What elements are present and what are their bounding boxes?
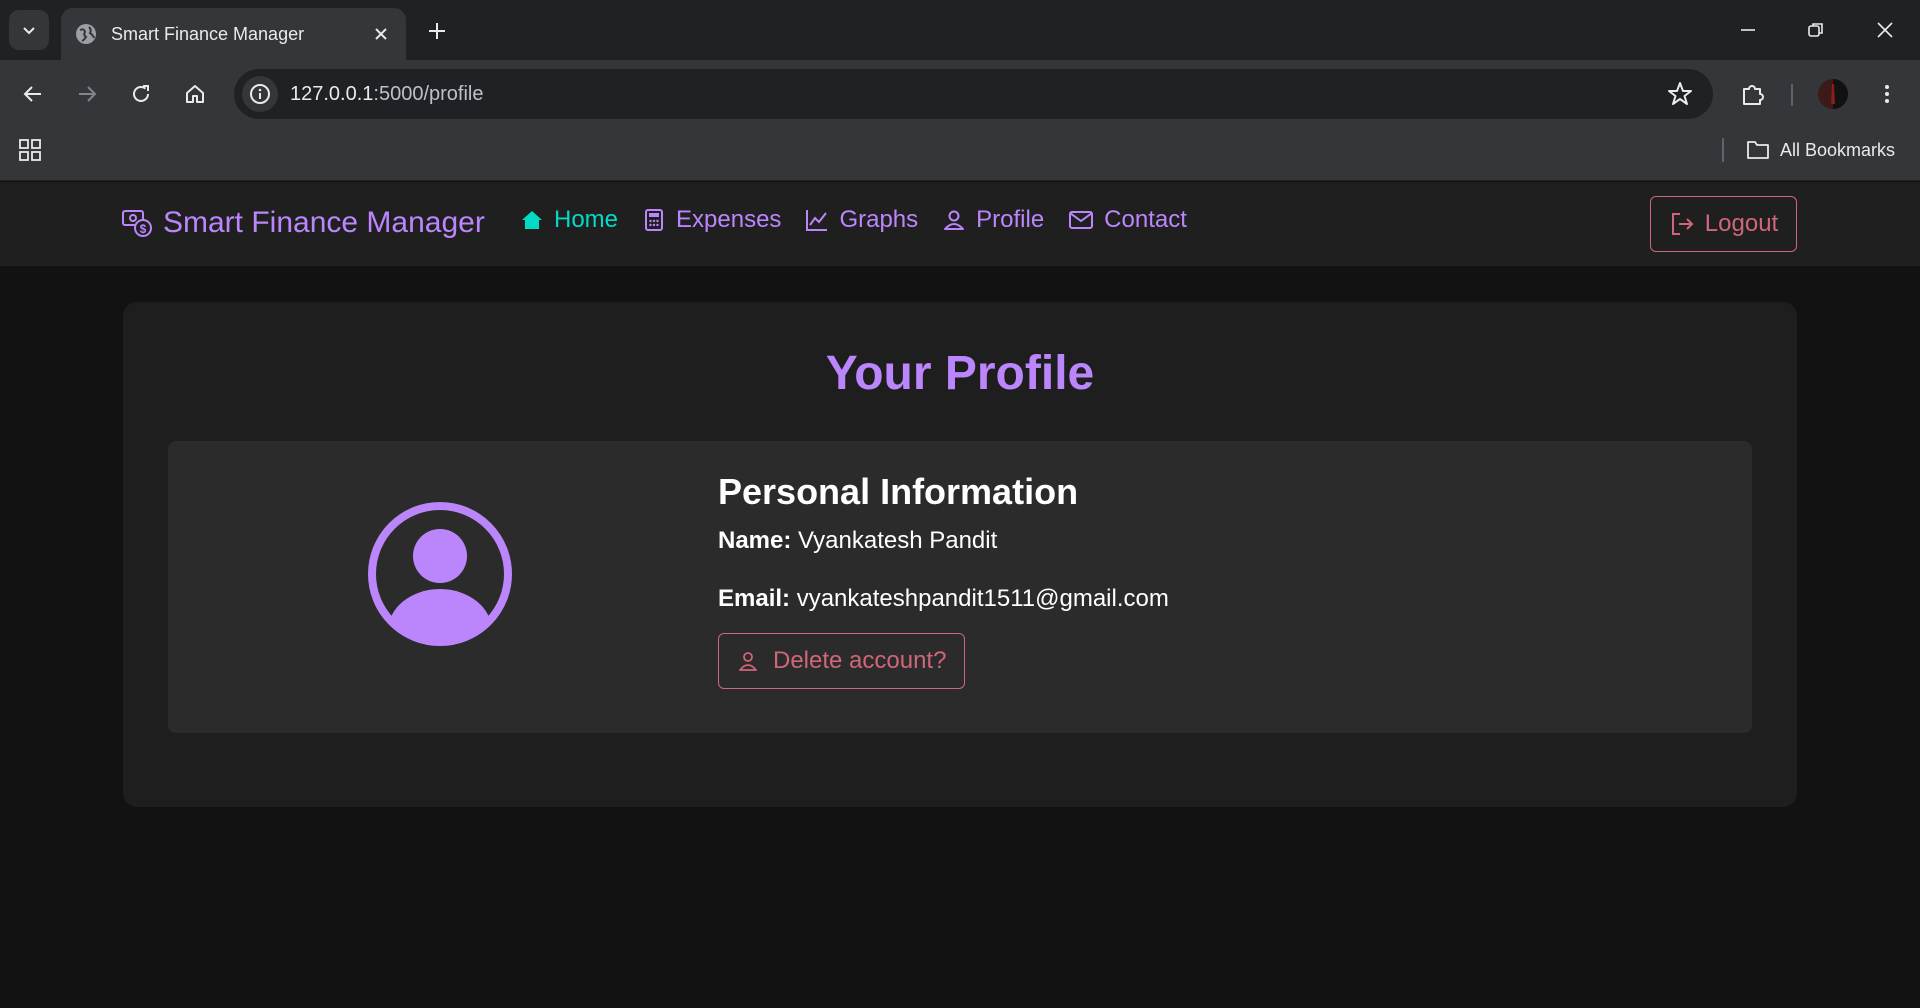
url-text: 127.0.0.1:5000/profile: [290, 83, 484, 106]
extensions-button[interactable]: [1733, 74, 1773, 114]
nav-graphs[interactable]: Graphs: [805, 206, 918, 234]
url-path: :5000/profile: [373, 82, 484, 105]
globe-icon: [76, 24, 96, 44]
info-icon: [250, 84, 270, 104]
email-row: Email: vyankateshpandit1511@gmail.com: [718, 585, 1169, 613]
home-icon: [186, 85, 204, 103]
new-tab-button[interactable]: [420, 14, 454, 48]
tab-close-button[interactable]: [370, 23, 392, 45]
money-cycle-icon: $: [122, 210, 152, 237]
bookmarks-bar: [0, 128, 1920, 181]
browser-tab-bar: Smart Finance Manager: [0, 0, 1920, 60]
delete-account-button[interactable]: Delete account?: [718, 633, 966, 689]
kebab-menu-icon: [1885, 85, 1889, 103]
brand-name: Smart Finance Manager: [163, 206, 485, 239]
restore-button[interactable]: [1791, 8, 1841, 52]
logout-icon: [1671, 213, 1694, 235]
reload-button[interactable]: [121, 74, 161, 114]
email-value: vyankateshpandit1511@gmail.com: [796, 585, 1169, 612]
site-info-button[interactable]: [242, 76, 278, 112]
minimize-button[interactable]: [1723, 8, 1773, 52]
arrow-left-icon: [23, 86, 41, 102]
app-navbar: $ Smart Finance Manager Home Expenses Gr…: [0, 182, 1920, 266]
arrow-right-icon: [79, 86, 97, 102]
info-content: Personal Information Name: Vyankatesh Pa…: [718, 471, 1169, 689]
tab-title: Smart Finance Manager: [111, 23, 305, 44]
avatar-icon: [1818, 79, 1848, 109]
plus-icon: [429, 23, 445, 39]
nav-expenses[interactable]: Expenses: [642, 206, 781, 234]
graph-icon: [806, 210, 828, 231]
delete-account-label: Delete account?: [773, 647, 947, 674]
chevron-down-icon: [23, 27, 35, 35]
url-host: 127.0.0.1: [290, 82, 374, 105]
reload-icon: [133, 85, 149, 102]
tab-search-button[interactable]: [9, 10, 49, 50]
profile-card: Your Profile Personal Information Name: …: [123, 302, 1797, 807]
toolbar-divider: [1791, 84, 1793, 106]
browser-tab[interactable]: Smart Finance Manager: [61, 8, 406, 60]
nav-profile-label: Profile: [976, 206, 1045, 233]
nav-contact-label: Contact: [1104, 206, 1187, 233]
forward-button[interactable]: [67, 74, 107, 114]
name-row: Name: Vyankatesh Pandit: [718, 527, 1169, 555]
restore-icon: [1808, 23, 1823, 37]
name-label: Name:: [718, 527, 792, 554]
nav-expenses-label: Expenses: [676, 206, 782, 233]
logout-label: Logout: [1704, 210, 1779, 237]
nav-profile[interactable]: Profile: [942, 206, 1044, 234]
envelope-icon: [1069, 211, 1094, 229]
back-button[interactable]: [13, 74, 53, 114]
nav-home[interactable]: Home: [520, 206, 618, 234]
avatar-icon: [368, 502, 512, 646]
nav-links: Home Expenses Graphs Profile Contact: [520, 206, 1211, 234]
puzzle-icon: [1743, 85, 1764, 105]
all-bookmarks-label: All Bookmarks: [1780, 139, 1896, 160]
person-icon: [739, 652, 757, 671]
svg-text:$: $: [140, 222, 147, 236]
calculator-icon: [645, 209, 664, 231]
nav-home-label: Home: [554, 206, 619, 233]
home-button[interactable]: [175, 74, 215, 114]
folder-icon: [1747, 141, 1769, 159]
name-value: Vyankatesh Pandit: [798, 527, 998, 554]
browser-menu-button[interactable]: [1867, 74, 1907, 114]
all-bookmarks-button[interactable]: All Bookmarks: [1746, 135, 1895, 165]
bookmarks-divider: [1722, 138, 1724, 162]
apps-grid-icon[interactable]: [18, 138, 42, 162]
logout-button[interactable]: Logout: [1650, 196, 1797, 252]
address-bar[interactable]: 127.0.0.1:5000/profile: [234, 69, 1713, 119]
browser-toolbar: 127.0.0.1:5000/profile: [0, 60, 1920, 128]
close-icon: [375, 28, 387, 40]
window-close-button[interactable]: [1860, 8, 1910, 52]
house-icon: [522, 211, 542, 229]
nav-contact[interactable]: Contact: [1068, 206, 1187, 234]
page-title: Your Profile: [825, 347, 1095, 400]
email-label: Email:: [718, 585, 791, 612]
star-icon[interactable]: [1667, 81, 1693, 107]
brand-link[interactable]: $ Smart Finance Manager: [121, 206, 485, 240]
personal-info-panel: Personal Information Name: Vyankatesh Pa…: [168, 441, 1752, 733]
close-icon: [1877, 22, 1893, 38]
section-title: Personal Information: [718, 471, 1079, 512]
minimize-icon: [1741, 29, 1755, 31]
profile-avatar-button[interactable]: [1813, 74, 1853, 114]
nav-graphs-label: Graphs: [839, 206, 919, 233]
person-icon: [944, 210, 965, 230]
